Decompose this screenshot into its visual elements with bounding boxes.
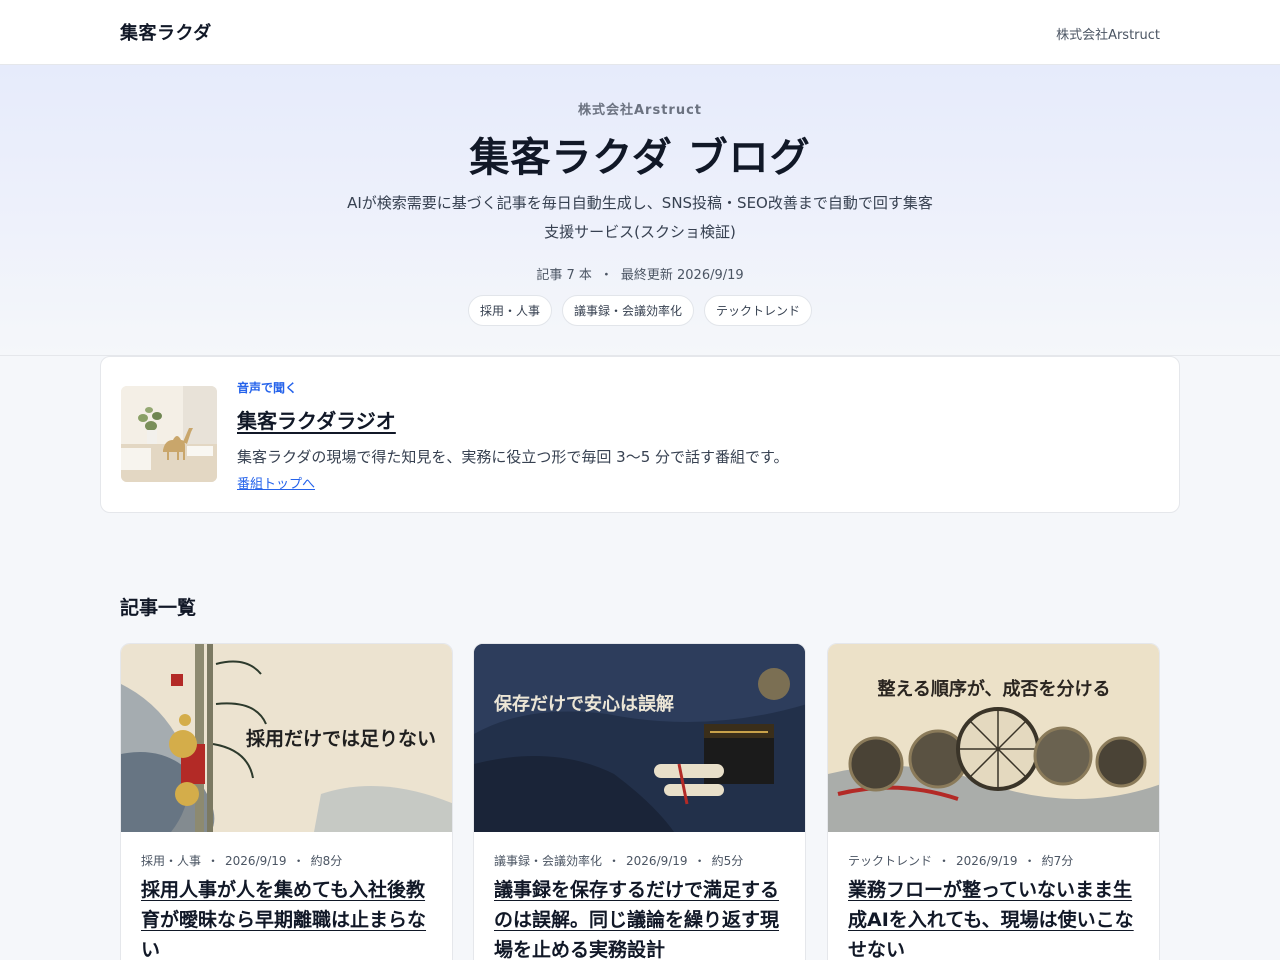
article-meta: テックトレンド・ 2026/9/19 ・約7分 [848, 852, 1073, 869]
article-title-link[interactable]: 議事録を保存するだけで満足するのは誤解。同じ議論を繰り返す現場を止める実務設計 [494, 875, 789, 960]
hero-section: 株式会社Arstruct 集客ラクダ ブログ AIが検索需要に基づく記事を毎日自… [0, 65, 1280, 356]
article-date: 2026/9/19 [225, 854, 287, 868]
radio-card: 音声で聞く 集客ラクダラジオ 集客ラクダの現場で得た知見を、実務に役立つ形で毎回… [100, 356, 1180, 513]
article-meta: 議事録・会議効率化・ 2026/9/19 ・約5分 [494, 852, 743, 869]
article-image-text: 保存だけで安心は誤解 [493, 693, 674, 715]
article-image-text: 採用だけでは足りない [246, 728, 436, 750]
radio-title-link[interactable]: 集客ラクダラジオ [237, 405, 396, 434]
last-updated: 最終更新 2026/9/19 [620, 268, 744, 283]
tag-list: 採用・人事 議事録・会議効率化 テックトレンド [0, 295, 1280, 326]
meta-separator: ・ [1023, 854, 1036, 868]
meta-separator: ・ [608, 854, 621, 868]
article-date: 2026/9/19 [626, 854, 688, 868]
article-image-text: 整える順序が、成否を分ける [876, 678, 1110, 700]
meta-separator: ・ [292, 854, 305, 868]
company-link[interactable]: 株式会社Arstruct [1056, 24, 1160, 43]
radio-kicker: 音声で聞く [237, 381, 298, 395]
meta-separator: ・ [599, 268, 613, 283]
article-read-time: 約7分 [1041, 854, 1074, 868]
article-card[interactable]: 整える順序が、成否を分ける テックトレンド・ 2026/9/19 ・約7分 業務フロ… [827, 643, 1160, 960]
section-title: 記事一覧 [120, 597, 197, 619]
site-header: 集客ラクダ 株式会社Arstruct [0, 0, 1280, 65]
article-image: 整える順序が、成否を分ける [828, 644, 1159, 832]
article-image: 保存だけで安心は誤解 [474, 644, 805, 832]
article-title-link[interactable]: 業務フローが整っていないまま生成AIを入れても、現場は使いこなせない [848, 875, 1143, 960]
hero-description: AIが検索需要に基づく記事を毎日自動生成し、SNS投稿・SEO改善まで自動で回す… [347, 194, 933, 241]
tag-minutes[interactable]: 議事録・会議効率化 [561, 295, 694, 326]
article-date: 2026/9/19 [956, 854, 1018, 868]
article-title-link[interactable]: 採用人事が人を集めても入社後教育が曖昧なら早期離職は止まらない [141, 875, 436, 960]
meta-separator: ・ [207, 854, 220, 868]
hero-meta: 記事 7 本・最終更新 2026/9/19 [0, 264, 1280, 283]
radio-description: 集客ラクダの現場で得た知見を、実務に役立つ形で毎回 3〜5 分で話す番組です。 [237, 448, 789, 466]
article-card[interactable]: 採用だけでは足りない 採用・人事・ 2026/9/19 ・約8分 採用人事が人を集め… [120, 643, 453, 960]
hero-kicker: 株式会社Arstruct [577, 103, 702, 118]
tag-tech-trend[interactable]: テックトレンド [704, 295, 813, 326]
camel-figurine-image [121, 386, 217, 482]
article-category: テックトレンド [848, 854, 933, 868]
radio-top-link[interactable]: 番組トップへ [237, 473, 315, 492]
article-meta: 採用・人事・ 2026/9/19 ・約8分 [141, 852, 342, 869]
site-logo[interactable]: 集客ラクダ [120, 19, 212, 45]
meta-separator: ・ [693, 854, 706, 868]
tag-recruitment[interactable]: 採用・人事 [467, 295, 552, 326]
meta-separator: ・ [938, 854, 951, 868]
radio-thumbnail [121, 386, 217, 482]
article-category: 採用・人事 [141, 854, 202, 868]
article-category: 議事録・会議効率化 [494, 854, 603, 868]
article-card[interactable]: 保存だけで安心は誤解 議事録・会議効率化・ 2026/9/19 ・約5分 議事録を保… [473, 643, 806, 960]
article-read-time: 約5分 [711, 854, 744, 868]
article-count: 記事 7 本 [536, 268, 592, 283]
article-image: 採用だけでは足りない [121, 644, 452, 832]
page-title: 集客ラクダ ブログ [469, 135, 811, 181]
article-read-time: 約8分 [310, 854, 343, 868]
